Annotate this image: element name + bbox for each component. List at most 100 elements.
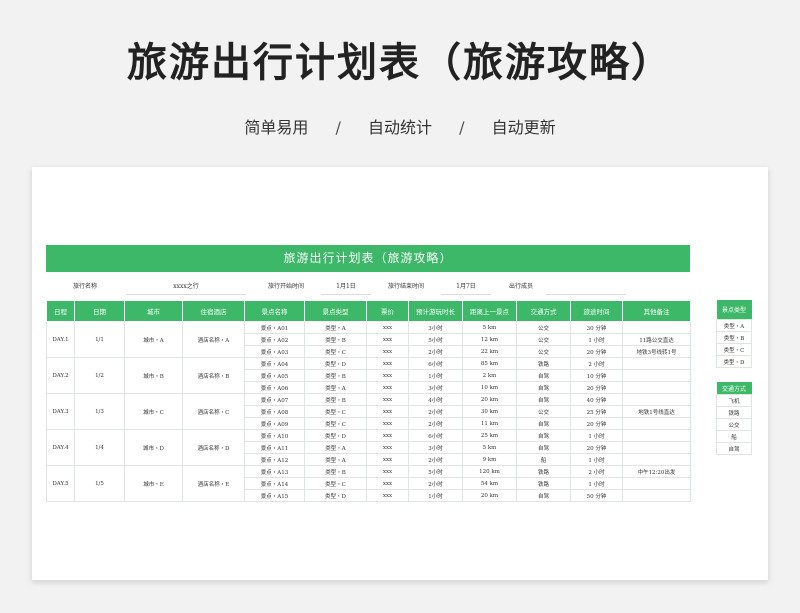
travel-time-cell[interactable]: 2 小时 (570, 465, 623, 478)
attraction-type-cell[interactable]: 类型・A (304, 381, 367, 394)
notes-cell[interactable]: 地铁3号线转1号 (622, 345, 691, 358)
day-cell[interactable]: DAY.2 (46, 357, 75, 394)
ticket-price-cell[interactable]: xxx (366, 477, 409, 490)
attraction-type-item[interactable]: 类型・B (716, 331, 752, 344)
attraction-type-cell[interactable]: 类型・B (304, 369, 367, 382)
city-cell[interactable]: 城市・D (124, 429, 183, 466)
attraction-type-cell[interactable]: 类型・C (304, 477, 367, 490)
distance-cell[interactable]: 30 km (462, 405, 517, 418)
attraction-name-cell[interactable]: 景点・A12 (244, 453, 305, 466)
attraction-name-cell[interactable]: 景点・A03 (244, 345, 305, 358)
end-time-field[interactable]: 1月7日 (441, 279, 491, 295)
ticket-price-cell[interactable]: xxx (366, 333, 409, 346)
city-cell[interactable]: 城市・E (124, 465, 183, 502)
duration-cell[interactable]: 1小时 (408, 489, 463, 502)
duration-cell[interactable]: 2小时 (408, 477, 463, 490)
notes-cell[interactable]: 11路公交直达 (622, 333, 691, 346)
attraction-type-cell[interactable]: 类型・A (304, 321, 367, 334)
distance-cell[interactable]: 54 km (462, 477, 517, 490)
ticket-price-cell[interactable]: xxx (366, 357, 409, 370)
attraction-type-cell[interactable]: 类型・A (304, 453, 367, 466)
notes-cell[interactable]: 中午12:20出发 (622, 465, 691, 478)
travel-time-cell[interactable]: 30 分钟 (570, 321, 623, 334)
notes-cell[interactable] (622, 381, 691, 394)
notes-cell[interactable] (622, 417, 691, 430)
distance-cell[interactable]: 10 km (462, 381, 517, 394)
attraction-name-cell[interactable]: 景点・A13 (244, 465, 305, 478)
members-field[interactable] (546, 279, 626, 295)
distance-cell[interactable]: 120 km (462, 465, 517, 478)
notes-cell[interactable]: 地铁1号线直达 (622, 405, 691, 418)
attraction-name-cell[interactable]: 景点・A01 (244, 321, 305, 334)
travel-time-cell[interactable]: 50 分钟 (570, 489, 623, 502)
attraction-type-item[interactable]: 类型・C (716, 343, 752, 356)
attraction-name-cell[interactable]: 景点・A09 (244, 417, 305, 430)
attraction-name-cell[interactable]: 景点・A07 (244, 393, 305, 406)
transport-cell[interactable]: 自驾 (516, 489, 571, 502)
travel-time-cell[interactable]: 10 分钟 (570, 369, 623, 382)
attraction-type-cell[interactable]: 类型・C (304, 405, 367, 418)
date-cell[interactable]: 1/4 (74, 429, 125, 466)
transport-cell[interactable]: 自驾 (516, 369, 571, 382)
day-cell[interactable]: DAY.3 (46, 393, 75, 430)
hotel-cell[interactable]: 酒店名称・E (182, 465, 245, 502)
day-cell[interactable]: DAY.5 (46, 465, 75, 502)
duration-cell[interactable]: 6小时 (408, 429, 463, 442)
city-cell[interactable]: 城市・B (124, 357, 183, 394)
duration-cell[interactable]: 5小时 (408, 465, 463, 478)
city-cell[interactable]: 城市・A (124, 321, 183, 358)
notes-cell[interactable] (622, 441, 691, 454)
ticket-price-cell[interactable]: xxx (366, 321, 409, 334)
travel-time-cell[interactable]: 1 小时 (570, 453, 623, 466)
attraction-type-cell[interactable]: 类型・C (304, 417, 367, 430)
distance-cell[interactable]: 25 km (462, 429, 517, 442)
start-time-field[interactable]: 1月1日 (321, 279, 371, 295)
attraction-type-cell[interactable]: 类型・D (304, 489, 367, 502)
transport-cell[interactable]: 自驾 (516, 417, 571, 430)
transport-cell[interactable]: 铁路 (516, 357, 571, 370)
travel-time-cell[interactable]: 20 分钟 (570, 345, 623, 358)
transport-item[interactable]: 自驾 (716, 442, 752, 455)
distance-cell[interactable]: 5 km (462, 441, 517, 454)
transport-item[interactable]: 船 (716, 430, 752, 443)
transport-item[interactable]: 飞机 (716, 394, 752, 407)
notes-cell[interactable] (622, 369, 691, 382)
transport-cell[interactable]: 公交 (516, 405, 571, 418)
travel-time-cell[interactable]: 25 分钟 (570, 405, 623, 418)
attraction-type-cell[interactable]: 类型・C (304, 345, 367, 358)
hotel-cell[interactable]: 酒店名称・B (182, 357, 245, 394)
notes-cell[interactable] (622, 393, 691, 406)
transport-cell[interactable]: 自驾 (516, 429, 571, 442)
date-cell[interactable]: 1/5 (74, 465, 125, 502)
duration-cell[interactable]: 2小时 (408, 417, 463, 430)
distance-cell[interactable]: 11 km (462, 417, 517, 430)
date-cell[interactable]: 1/1 (74, 321, 125, 358)
ticket-price-cell[interactable]: xxx (366, 345, 409, 358)
attraction-type-cell[interactable]: 类型・B (304, 393, 367, 406)
transport-cell[interactable]: 铁路 (516, 465, 571, 478)
hotel-cell[interactable]: 酒店名称・C (182, 393, 245, 430)
distance-cell[interactable]: 85 km (462, 357, 517, 370)
date-cell[interactable]: 1/3 (74, 393, 125, 430)
ticket-price-cell[interactable]: xxx (366, 393, 409, 406)
transport-cell[interactable]: 自驾 (516, 381, 571, 394)
distance-cell[interactable]: 12 km (462, 333, 517, 346)
duration-cell[interactable]: 3小时 (408, 381, 463, 394)
attraction-name-cell[interactable]: 景点・A05 (244, 369, 305, 382)
duration-cell[interactable]: 2小时 (408, 453, 463, 466)
notes-cell[interactable] (622, 321, 691, 334)
duration-cell[interactable]: 2小时 (408, 405, 463, 418)
distance-cell[interactable]: 20 km (462, 393, 517, 406)
ticket-price-cell[interactable]: xxx (366, 381, 409, 394)
duration-cell[interactable]: 1小时 (408, 369, 463, 382)
distance-cell[interactable]: 20 km (462, 489, 517, 502)
travel-time-cell[interactable]: 20 分钟 (570, 417, 623, 430)
attraction-name-cell[interactable]: 景点・A15 (244, 489, 305, 502)
ticket-price-cell[interactable]: xxx (366, 441, 409, 454)
duration-cell[interactable]: 6小时 (408, 357, 463, 370)
trip-name-field[interactable]: xxxx之行 (126, 279, 246, 295)
hotel-cell[interactable]: 酒店名称・D (182, 429, 245, 466)
notes-cell[interactable] (622, 357, 691, 370)
transport-cell[interactable]: 自驾 (516, 441, 571, 454)
attraction-name-cell[interactable]: 景点・A06 (244, 381, 305, 394)
